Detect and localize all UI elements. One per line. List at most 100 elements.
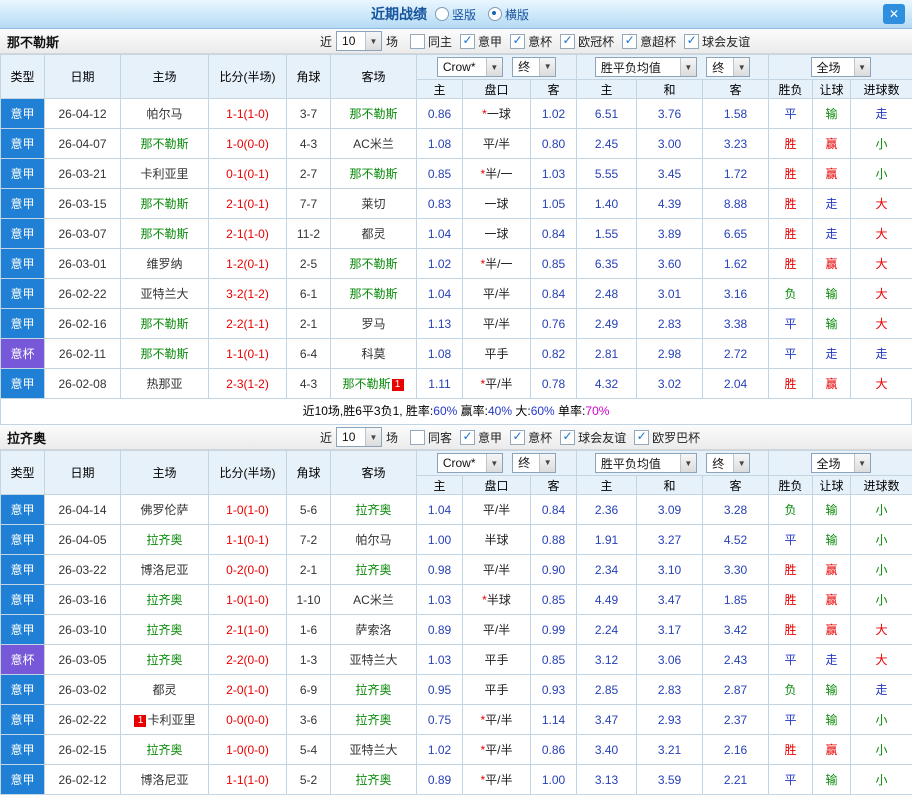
col-asian-home: 主 — [417, 476, 463, 495]
handicap-cell: 平手 — [463, 675, 531, 705]
asian-final-select[interactable]: 终 ▼ — [512, 57, 556, 77]
corner-cell: 6-1 — [287, 279, 331, 309]
date-cell: 26-03-07 — [45, 219, 121, 249]
asian-home-odds-cell: 1.03 — [417, 645, 463, 675]
away-team-cell: 那不勒斯 — [331, 99, 417, 129]
score-cell: 2-1(0-1) — [209, 189, 287, 219]
filter-checkbox[interactable]: ✓意杯 — [510, 429, 552, 446]
match-count-select[interactable]: 10 ▼ — [336, 31, 382, 51]
chevron-down-icon: ▼ — [539, 58, 555, 76]
layout-radio-horizontal[interactable]: 横版 — [488, 6, 529, 23]
filter-label: 意杯 — [528, 429, 552, 446]
filter-checkbox[interactable]: ✓意杯 — [510, 33, 552, 50]
asian-home-odds-cell: 0.83 — [417, 189, 463, 219]
filter-checkbox[interactable]: ✓意超杯 — [622, 33, 676, 50]
filter-checkbox[interactable]: ✓欧冠杯 — [560, 33, 614, 50]
euro-draw-odds-cell: 3.10 — [637, 555, 703, 585]
filter-checkbox[interactable]: ✓球会友谊 — [560, 429, 626, 446]
asian-home-odds-cell: 0.89 — [417, 615, 463, 645]
team-name: 佛罗伦萨 — [140, 503, 188, 517]
radio-selected-icon — [488, 7, 502, 21]
match-row: 意甲26-03-16拉齐奥1-0(1-0)1-10AC米兰1.03*半球0.85… — [1, 585, 912, 615]
asian-final-select[interactable]: 终 ▼ — [512, 453, 556, 473]
team-name: 亚特兰大 — [349, 653, 397, 667]
col-date: 日期 — [45, 451, 121, 495]
filter-label: 同客 — [428, 429, 452, 446]
filter-checkbox[interactable]: ✓球会友谊 — [684, 33, 750, 50]
euro-draw-odds-cell: 3.17 — [637, 615, 703, 645]
euro-draw-odds-cell: 3.00 — [637, 129, 703, 159]
result-cell: 胜 — [769, 129, 813, 159]
match-row: 意甲26-03-01维罗纳1-2(0-1)2-5那不勒斯1.02*半/一0.85… — [1, 249, 912, 279]
euro-draw-odds-cell: 4.39 — [637, 189, 703, 219]
euro-home-odds-cell: 3.13 — [577, 765, 637, 795]
handicap-cell: *半球 — [463, 585, 531, 615]
asian-away-odds-cell: 0.85 — [531, 585, 577, 615]
league-cell: 意甲 — [1, 525, 45, 555]
league-cell: 意甲 — [1, 129, 45, 159]
filter-label: 球会友谊 — [702, 33, 750, 50]
napoli-section-header: 那不勒斯 近 10 ▼ 场 同主✓意甲✓意杯✓欧冠杯✓意超杯✓球会友谊 — [0, 29, 912, 54]
col-euro-home: 主 — [577, 476, 637, 495]
result-cell: 负 — [769, 279, 813, 309]
home-team-cell: 博洛尼亚 — [121, 555, 209, 585]
filter-checkbox[interactable]: 同主 — [410, 33, 452, 50]
checkbox-checked-icon: ✓ — [460, 34, 475, 49]
corner-cell: 2-7 — [287, 159, 331, 189]
handicap-result-cell: 赢 — [813, 249, 851, 279]
result-cell: 平 — [769, 765, 813, 795]
score-cell: 1-0(1-0) — [209, 585, 287, 615]
filter-checkbox[interactable]: ✓意甲 — [460, 33, 502, 50]
away-team-cell: 莱切 — [331, 189, 417, 219]
summary-segment: 赢率: — [457, 404, 488, 418]
home-team-cell: 帕尔马 — [121, 99, 209, 129]
filter-bar: 近 10 ▼ 场 同主✓意甲✓意杯✓欧冠杯✓意超杯✓球会友谊 — [316, 29, 750, 53]
euro-avg-select[interactable]: 胜平负均值 ▼ — [595, 453, 697, 473]
asian-away-odds-cell: 0.84 — [531, 219, 577, 249]
favorite-star: * — [482, 593, 487, 607]
filter-checkbox[interactable]: ✓欧罗巴杯 — [634, 429, 700, 446]
bookmaker-select[interactable]: Crow* ▼ — [437, 57, 503, 77]
chevron-down-icon: ▼ — [854, 454, 870, 472]
col-corner: 角球 — [287, 451, 331, 495]
filter-label: 意超杯 — [640, 33, 676, 50]
handicap-cell: 平/半 — [463, 555, 531, 585]
handicap-result-cell: 输 — [813, 525, 851, 555]
filter-checkbox[interactable]: 同客 — [410, 429, 452, 446]
team-name: 维罗纳 — [146, 257, 182, 271]
team-name: AC米兰 — [353, 137, 394, 151]
league-cell: 意甲 — [1, 495, 45, 525]
asian-home-odds-cell: 1.02 — [417, 249, 463, 279]
euro-final-select[interactable]: 终 ▼ — [706, 453, 750, 473]
date-cell: 26-03-15 — [45, 189, 121, 219]
away-team-cell: 拉齐奥 — [331, 555, 417, 585]
scope-select[interactable]: 全场 ▼ — [811, 453, 871, 473]
away-team-cell: AC米兰 — [331, 129, 417, 159]
euro-final-select[interactable]: 终 ▼ — [706, 57, 750, 77]
close-button[interactable]: ✕ — [883, 4, 905, 24]
handicap-cell: *平/半 — [463, 735, 531, 765]
summary-segment: 大: — [512, 404, 531, 418]
corner-cell: 7-2 — [287, 525, 331, 555]
scope-select[interactable]: 全场 ▼ — [811, 57, 871, 77]
handicap-result-cell: 输 — [813, 495, 851, 525]
layout-radio-vertical[interactable]: 竖版 — [435, 6, 476, 23]
bookmaker-select[interactable]: Crow* ▼ — [437, 453, 503, 473]
match-row: 意甲26-04-05拉齐奥1-1(0-1)7-2帕尔马1.00半球0.881.9… — [1, 525, 912, 555]
euro-avg-select[interactable]: 胜平负均值 ▼ — [595, 57, 697, 77]
filter-checkbox[interactable]: ✓意甲 — [460, 429, 502, 446]
euro-home-odds-cell: 6.35 — [577, 249, 637, 279]
filter-label: 同主 — [428, 33, 452, 50]
goals-result-cell: 小 — [851, 705, 912, 735]
result-cell: 平 — [769, 705, 813, 735]
asian-away-odds-cell: 0.76 — [531, 309, 577, 339]
result-cell: 胜 — [769, 585, 813, 615]
euro-home-odds-cell: 3.47 — [577, 705, 637, 735]
col-result: 胜负 — [769, 476, 813, 495]
col-handicap-result: 让球 — [813, 476, 851, 495]
radio-horizontal-label: 横版 — [505, 6, 529, 23]
match-count-select[interactable]: 10 ▼ — [336, 427, 382, 447]
corner-cell: 7-7 — [287, 189, 331, 219]
asian-away-odds-cell: 0.78 — [531, 369, 577, 399]
league-cell: 意甲 — [1, 309, 45, 339]
